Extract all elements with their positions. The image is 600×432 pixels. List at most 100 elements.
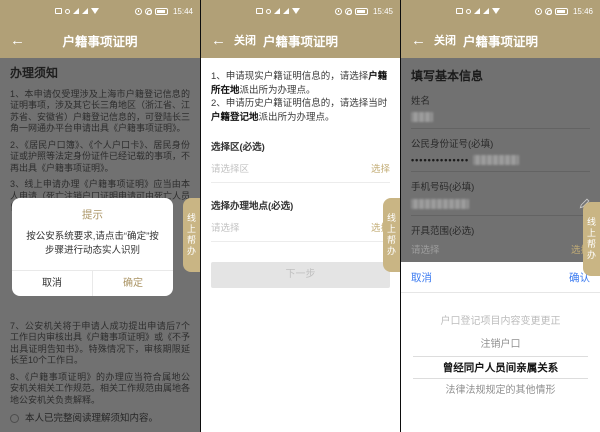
- dialog-buttons: 取消 确定: [12, 270, 173, 296]
- phone-field-label: 手机号码(必填): [411, 179, 590, 193]
- alarm-icon: [135, 8, 142, 15]
- panel-basic-info: 15:46 ← 关闭 户籍事项证明 填写基本信息 姓名 公民身份证号(必填) •…: [400, 0, 600, 432]
- redacted-id-suffix: [473, 155, 519, 165]
- signal-icon: [474, 8, 480, 14]
- picker-option[interactable]: 户口登记项目内容变更更正: [401, 310, 600, 333]
- wifi-icon: [292, 8, 300, 14]
- status-right-icons: 15:45: [335, 7, 393, 16]
- scope-field-label: 开具范围(必选): [411, 223, 590, 237]
- online-help-tab[interactable]: 线上帮办: [383, 198, 400, 272]
- wifi-icon: [91, 8, 99, 14]
- panel-select-location: 15:45 ← 关闭 户籍事项证明 1、申请现实户籍证明信息的，请选择户籍所在地…: [200, 0, 400, 432]
- picker-cancel-button[interactable]: 取消: [411, 270, 432, 285]
- picker-toolbar: 取消 确认: [401, 262, 600, 293]
- online-help-tab[interactable]: 线上帮办: [583, 202, 600, 276]
- intro-line1: 1、申请现实户籍证明信息的，请选择: [211, 71, 368, 82]
- status-left-icons: [256, 8, 300, 14]
- signal-icon: [483, 8, 489, 14]
- location-field-label: 选择办理地点(必选): [211, 198, 390, 212]
- form-heading: 填写基本信息: [411, 67, 590, 84]
- checkbox-label: 本人已完整阅读理解须知内容。: [25, 413, 158, 425]
- redacted-phone: [411, 199, 469, 209]
- screenshot-strip: 15:44 ← 户籍事项证明 办理须知 1、本申请仅受理涉及上海市户籍登记信息的…: [0, 0, 600, 432]
- message-icon: [456, 8, 463, 14]
- district-placeholder: 请选择区: [211, 161, 249, 175]
- topbar: 15:45 ← 关闭 户籍事项证明: [201, 0, 400, 58]
- gear-icon: [545, 8, 552, 15]
- picker-wheel: 户口登记项目内容变更更正 注销户口 曾经同户人员间亲属关系 法律法规规定的其他情…: [401, 293, 600, 402]
- status-time: 15:46: [573, 7, 593, 16]
- intro-line1-post: 派出所为办理点。: [240, 85, 316, 96]
- panel-notice: 15:44 ← 户籍事项证明 办理须知 1、本申请仅受理涉及上海市户籍登记信息的…: [0, 0, 200, 432]
- nav-bar: ← 关闭 户籍事项证明: [201, 22, 400, 58]
- status-left-icons: [456, 8, 500, 14]
- status-bar: 15:45: [201, 0, 400, 22]
- notice-heading: 办理须知: [10, 68, 190, 80]
- district-select-row[interactable]: 请选择区 选择: [211, 153, 390, 183]
- cancel-button[interactable]: 取消: [12, 271, 93, 296]
- radio-circle-icon[interactable]: [10, 414, 19, 423]
- page-title: 户籍事项证明: [201, 31, 400, 50]
- close-button[interactable]: 关闭: [434, 32, 456, 48]
- hd-icon: [266, 9, 271, 14]
- picker-option-selected[interactable]: 曾经同户人员间亲属关系: [413, 356, 588, 379]
- signal-icon: [73, 8, 79, 14]
- nav-bar: ← 关闭 户籍事项证明: [401, 22, 600, 58]
- location-select-row[interactable]: 请选择 选择: [211, 212, 390, 242]
- location-placeholder: 请选择: [211, 220, 240, 234]
- name-field-label: 姓名: [411, 93, 590, 107]
- intro-line2: 2、申请历史户籍证明信息的，请选择当时: [211, 98, 387, 109]
- alarm-icon: [535, 8, 542, 15]
- signal-icon: [274, 8, 280, 14]
- status-time: 15:45: [373, 7, 393, 16]
- online-help-tab[interactable]: 线上帮办: [183, 198, 200, 272]
- district-field-label: 选择区(必选): [211, 139, 390, 153]
- back-arrow-icon[interactable]: ←: [211, 33, 226, 48]
- name-field-value[interactable]: [411, 107, 590, 129]
- id-field-value[interactable]: ••••••••••••••: [411, 150, 590, 172]
- dialog-title: 提示: [12, 198, 173, 226]
- phone-field-value[interactable]: [411, 193, 590, 216]
- status-left-icons: [55, 8, 99, 14]
- wifi-icon: [492, 8, 500, 14]
- alarm-icon: [335, 8, 342, 15]
- signal-icon: [283, 8, 289, 14]
- intro-line2-post: 派出所为办理点。: [259, 112, 335, 123]
- district-select-link[interactable]: 选择: [371, 161, 390, 175]
- battery-icon: [555, 8, 568, 15]
- page-title: 户籍事项证明: [0, 31, 200, 50]
- back-arrow-icon[interactable]: ←: [411, 33, 426, 48]
- notice-item-8: 8、《户籍事项证明》的办理应当符合属地公安机关相关工作规范。相关工作规范由属地各…: [10, 372, 190, 407]
- picker-option[interactable]: 法律法规规定的其他情形: [401, 379, 600, 402]
- gear-icon: [345, 8, 352, 15]
- hd-icon: [65, 9, 70, 14]
- location-form: 1、申请现实户籍证明信息的，请选择户籍所在地派出所为办理点。 2、申请历史户籍证…: [201, 58, 400, 432]
- basic-info-form: 填写基本信息 姓名 公民身份证号(必填) •••••••••••••• 手机号码…: [401, 58, 600, 262]
- battery-icon: [355, 8, 368, 15]
- confirm-button[interactable]: 确定: [93, 271, 173, 296]
- scope-select-row[interactable]: 请选择 选择: [411, 237, 590, 262]
- status-bar: 15:44: [0, 0, 200, 22]
- back-arrow-icon[interactable]: ←: [10, 33, 25, 48]
- picker-sheet: 取消 确认 户口登记项目内容变更更正 注销户口 曾经同户人员间亲属关系 法律法规…: [401, 262, 600, 432]
- notice-item-7: 7、公安机关将于申请人成功提出申请后7个工作日内审核出具《户籍事项证明》或《不予…: [10, 321, 190, 367]
- picker-option[interactable]: 注销户口: [401, 333, 600, 356]
- signal-icon: [82, 8, 88, 14]
- topbar: 15:46 ← 关闭 户籍事项证明: [401, 0, 600, 58]
- battery-icon: [155, 8, 168, 15]
- next-step-button[interactable]: 下一步: [211, 262, 390, 288]
- nav-bar: ← 户籍事项证明: [0, 22, 200, 58]
- close-button[interactable]: 关闭: [234, 32, 256, 48]
- notice-item-2: 2、《居民户口簿》、《个人户口卡》、居民身份证或护照等法定身份证件已经记载的事项…: [10, 140, 190, 175]
- status-right-icons: 15:44: [135, 7, 193, 16]
- scope-placeholder: 请选择: [411, 242, 440, 256]
- dialog-body: 按公安系统要求,请点击“确定”按步骤进行动态实人识别: [12, 226, 173, 270]
- intro-line2-bold: 户籍登记地: [211, 112, 259, 123]
- page-title: 户籍事项证明: [401, 31, 600, 50]
- confirm-dialog: 提示 按公安系统要求,请点击“确定”按步骤进行动态实人识别 取消 确定: [12, 198, 173, 296]
- message-icon: [55, 8, 62, 14]
- status-bar: 15:46: [401, 0, 600, 22]
- status-right-icons: 15:46: [535, 7, 593, 16]
- message-icon: [256, 8, 263, 14]
- read-confirm-checkbox[interactable]: 本人已完整阅读理解须知内容。: [10, 413, 190, 425]
